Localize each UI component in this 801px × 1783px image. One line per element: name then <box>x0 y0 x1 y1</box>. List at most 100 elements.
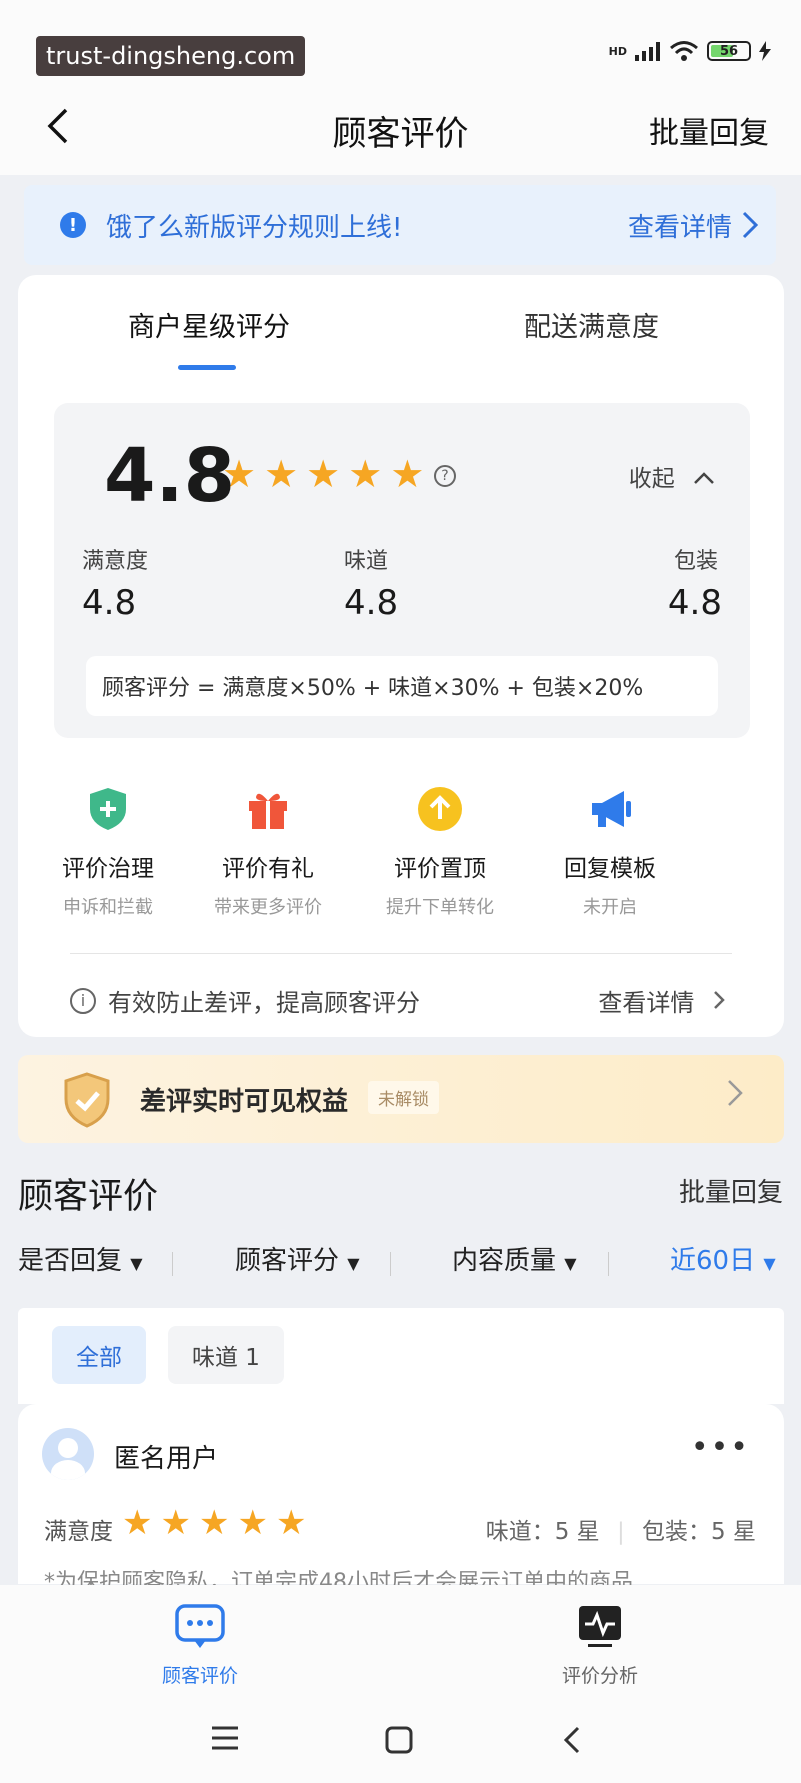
tab-customer-reviews[interactable]: 顾客评价 <box>110 1603 290 1688</box>
tool-subtitle: 未开启 <box>583 897 637 918</box>
tool-review-gift[interactable]: 评价有礼 带来更多评价 <box>178 785 358 919</box>
analytics-monitor-icon <box>579 1606 621 1647</box>
bottom-tab-bar: 顾客评价 评价分析 <box>0 1585 801 1783</box>
score-summary: 4.8 ★ ★ ★ ★ ★ ? 收起 满意度 4.8 味道 4.8 包装 4.8… <box>54 403 750 738</box>
battery-icon: 56 <box>707 41 751 61</box>
tool-subtitle: 提升下单转化 <box>386 897 494 918</box>
filter-replied[interactable]: 是否回复 ▼ <box>18 1240 143 1277</box>
metric-satisfaction-value: 4.8 <box>82 583 137 623</box>
tool-title: 评价治理 <box>62 856 154 882</box>
tool-subtitle: 申诉和拦截 <box>63 897 153 918</box>
watermark: trust-dingsheng.com <box>36 36 306 76</box>
star-icon: ★ <box>198 1503 230 1543</box>
star-icon: ★ <box>160 1503 191 1543</box>
overall-stars: ★ ★ ★ ★ ★ <box>222 455 424 493</box>
chevron-right-icon <box>728 1080 743 1106</box>
filter-separator <box>390 1252 391 1276</box>
filter-label: 内容质量 <box>452 1246 557 1276</box>
metric-satisfaction-label: 满意度 <box>82 549 149 574</box>
star-icon: ★ <box>306 452 341 496</box>
overall-score: 4.8 <box>104 433 236 519</box>
tab-merchant-rating[interactable]: 商户星级评分 <box>128 305 290 344</box>
tab-review-analysis[interactable]: 评价分析 <box>510 1603 690 1688</box>
tip-details-label: 查看详情 <box>598 989 695 1017</box>
star-icon: ★ <box>275 1503 307 1543</box>
metric-taste-label: 味道 <box>344 549 389 574</box>
metric-packaging-value: 4.8 <box>667 583 722 623</box>
metric-packaging-label: 包装 <box>673 549 718 574</box>
dropdown-icon: ▼ <box>564 1254 577 1273</box>
dropdown-icon: ▼ <box>347 1254 360 1273</box>
chip-taste[interactable]: 味道 1 <box>168 1326 284 1384</box>
wifi-icon <box>670 41 698 61</box>
tool-review-governance[interactable]: 评价治理 申诉和拦截 <box>18 785 198 919</box>
rating-tabs: 商户星级评分 配送满意度 <box>18 305 784 375</box>
star-icon: ★ <box>222 452 257 496</box>
filter-separator <box>608 1252 609 1276</box>
banner-title: 差评实时可见权益 <box>140 1087 349 1117</box>
tool-title: 回复模板 <box>564 856 656 882</box>
shield-check-icon <box>64 1072 110 1128</box>
filter-bar: 是否回复 ▼ 顾客评分 ▼ 内容质量 ▼ 近60日 ▼ <box>0 1240 801 1290</box>
help-icon[interactable]: ? <box>434 465 456 487</box>
signal-icon <box>635 42 660 61</box>
metric-taste-value: 4.8 <box>344 583 399 623</box>
tab-indicator <box>178 365 236 370</box>
review-stars: ★ ★ ★ ★ ★ <box>122 1506 306 1540</box>
bad-review-benefit-banner[interactable]: 差评实时可见权益 未解锁 <box>18 1055 784 1143</box>
filter-customer-rating[interactable]: 顾客评分 ▼ <box>235 1240 360 1277</box>
chevron-right-icon <box>742 211 759 239</box>
shield-plus-icon <box>90 788 126 830</box>
divider <box>70 953 732 954</box>
tool-title: 评价有礼 <box>222 856 314 882</box>
tip-details-link[interactable]: 查看详情 <box>598 983 726 1018</box>
status-icons: HD 56 <box>609 40 771 62</box>
arrow-up-circle-icon <box>418 787 462 831</box>
star-icon: ★ <box>264 452 299 496</box>
avatar <box>42 1428 94 1480</box>
charging-icon <box>759 41 771 61</box>
section-batch-reply-button[interactable]: 批量回复 <box>679 1172 783 1209</box>
chip-all[interactable]: 全部 <box>52 1326 146 1384</box>
tool-reply-template[interactable]: 回复模板 未开启 <box>520 785 700 919</box>
tip-text: 有效防止差评，提高顾客评分 <box>108 989 420 1017</box>
tool-review-pin[interactable]: 评价置顶 提升下单转化 <box>350 785 530 919</box>
score-formula: 顾客评分 = 满意度×50% + 味道×30% + 包装×20% <box>86 656 718 716</box>
megaphone-icon <box>592 791 631 827</box>
more-options-icon[interactable]: ••• <box>691 1430 750 1465</box>
reviews-section-title: 顾客评价 <box>18 1177 159 1217</box>
rules-notice[interactable]: ! 饿了么新版评分规则上线! 查看详情 <box>24 185 776 265</box>
review-satisfaction-label: 满意度 <box>44 1519 113 1545</box>
locked-badge: 未解锁 <box>368 1081 439 1114</box>
menu-icon[interactable] <box>210 1725 240 1751</box>
chevron-right-icon <box>714 991 725 1009</box>
batch-reply-button[interactable]: 批量回复 <box>649 108 769 152</box>
review-card: 匿名用户 ••• 满意度 ★ ★ ★ ★ ★ 味道：5 星 | 包装：5 星 *… <box>18 1404 784 1595</box>
review-username: 匿名用户 <box>114 1444 219 1474</box>
chat-bubble-icon <box>175 1604 225 1648</box>
home-icon[interactable] <box>384 1725 414 1755</box>
gift-icon <box>249 793 287 829</box>
review-sub-ratings: 味道：5 星 | 包装：5 星 <box>486 1512 756 1546</box>
dropdown-icon: ▼ <box>763 1254 776 1273</box>
filter-date-range[interactable]: 近60日 ▼ <box>670 1240 776 1277</box>
star-icon: ★ <box>122 1503 153 1543</box>
info-icon: ! <box>60 212 86 238</box>
tab-delivery-satisfaction[interactable]: 配送满意度 <box>524 305 659 344</box>
filter-separator <box>172 1252 173 1276</box>
filter-label: 顾客评分 <box>235 1246 340 1276</box>
star-icon: ★ <box>348 452 383 496</box>
tab-label: 顾客评价 <box>161 1665 238 1687</box>
notice-details-link[interactable]: 查看详情 <box>628 207 732 244</box>
filter-label: 是否回复 <box>18 1246 123 1276</box>
filter-label: 近60日 <box>670 1246 756 1276</box>
back-icon[interactable] <box>562 1725 582 1755</box>
review-taste: 味道：5 星 <box>485 1519 600 1545</box>
tool-title: 评价置顶 <box>394 856 486 882</box>
nav-bar: 顾客评价 批量回复 <box>0 80 801 175</box>
collapse-button[interactable]: 收起 <box>629 459 716 493</box>
tool-grid: 评价治理 申诉和拦截 评价有礼 带来更多评价 评价置顶 提升下单转化 回复模板 … <box>18 785 784 918</box>
star-icon: ★ <box>237 1503 268 1543</box>
filter-content-quality[interactable]: 内容质量 ▼ <box>452 1240 577 1277</box>
tab-label: 评价分析 <box>561 1665 638 1687</box>
